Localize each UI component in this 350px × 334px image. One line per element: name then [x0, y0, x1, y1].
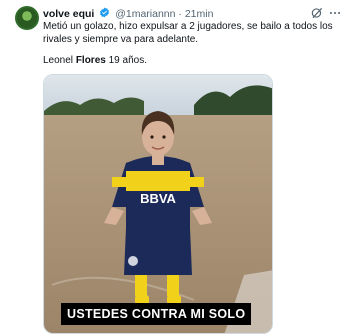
line2-prefix: Leonel	[43, 55, 76, 66]
grok-icon[interactable]	[310, 6, 324, 20]
separator-dot: ·	[178, 8, 182, 20]
tweet[interactable]: volve equi @1mariannn · 21min Metió un g…	[0, 0, 350, 334]
timestamp[interactable]: 21min	[185, 8, 214, 20]
tweet-text: Metió un golazo, hizo expulsar a 2 jugad…	[43, 21, 333, 46]
tweet-body: Metió un golazo, hizo expulsar a 2 jugad…	[43, 21, 333, 45]
media-photo: BBVA	[44, 75, 272, 333]
tweet-second-line: Leonel Flores 19 años.	[43, 55, 147, 66]
line2-bold: Flores	[75, 55, 106, 66]
display-name[interactable]: volve equi	[43, 8, 94, 20]
media-caption: USTEDES CONTRA MI SOLO	[61, 303, 252, 325]
jersey-text: BBVA	[140, 191, 176, 206]
tweet-media[interactable]: BBVA USTEDES CONTRA MI SOLO	[43, 74, 273, 334]
verified-badge-icon	[99, 7, 110, 18]
avatar[interactable]	[15, 6, 39, 30]
user-handle[interactable]: @1mariannn	[115, 8, 175, 20]
more-options-icon[interactable]	[328, 6, 342, 20]
line2-suffix: 19 años.	[105, 55, 147, 66]
